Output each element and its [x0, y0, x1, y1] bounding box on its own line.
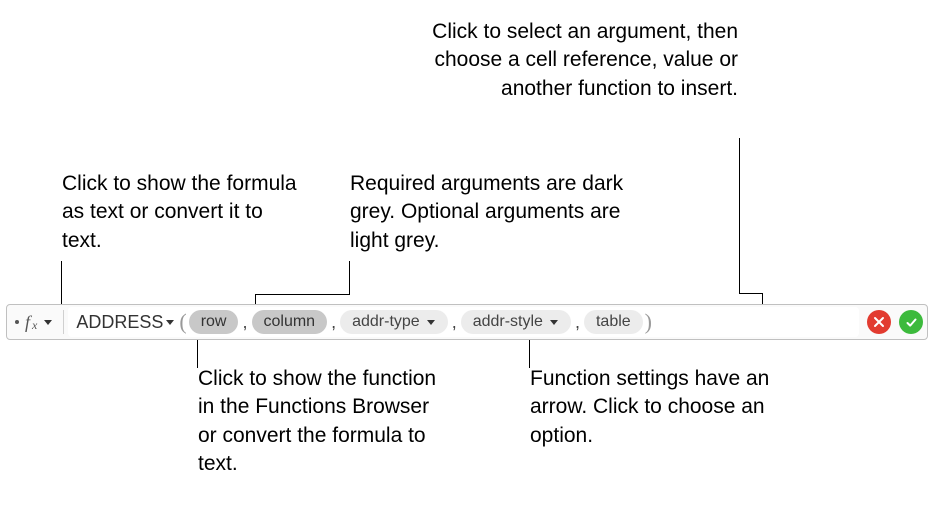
lead-line — [529, 338, 530, 368]
lead-line — [197, 338, 198, 368]
callout-select-argument: Click to select an argument, then choose… — [428, 18, 738, 103]
formula-action-buttons — [859, 310, 923, 334]
arg-separator: , — [452, 312, 457, 333]
close-paren: ) — [645, 309, 652, 335]
callout-show-formula-text: Click to show the formula as text or con… — [62, 170, 302, 255]
open-paren: ( — [179, 309, 186, 335]
fx-label-f: f — [25, 312, 30, 333]
argument-label: column — [264, 313, 316, 331]
lead-line — [255, 294, 350, 295]
chevron-down-icon — [549, 317, 559, 327]
function-name-token[interactable]: ADDRESS — [76, 312, 179, 333]
argument-label: addr-type — [352, 313, 420, 331]
argument-row[interactable]: row — [189, 310, 239, 334]
close-icon — [873, 316, 885, 328]
arg-separator: , — [575, 312, 580, 333]
lead-line — [739, 293, 763, 294]
lead-line — [739, 138, 740, 293]
lead-line — [349, 261, 350, 294]
fx-label-x: x — [32, 318, 37, 333]
formula-bar: fx ADDRESS ( row , column , addr-type , … — [6, 304, 928, 340]
chevron-down-icon — [165, 317, 175, 327]
function-name-label: ADDRESS — [76, 312, 163, 333]
argument-addr-type[interactable]: addr-type — [340, 310, 448, 334]
arg-separator: , — [331, 312, 336, 333]
formula-input[interactable]: ADDRESS ( row , column , addr-type , add… — [68, 307, 859, 337]
arg-separator: , — [242, 312, 247, 333]
fx-dot-icon — [15, 320, 19, 324]
argument-table[interactable]: table — [584, 310, 643, 334]
argument-label: addr-style — [473, 313, 543, 331]
check-icon — [905, 316, 918, 329]
chevron-down-icon — [426, 317, 436, 327]
argument-addr-style[interactable]: addr-style — [461, 310, 571, 334]
argument-label: table — [596, 313, 631, 331]
divider — [63, 310, 64, 334]
cancel-button[interactable] — [867, 310, 891, 334]
chevron-down-icon — [43, 317, 53, 327]
argument-column[interactable]: column — [252, 310, 328, 334]
callout-required-optional: Required arguments are dark grey. Option… — [350, 170, 640, 255]
accept-button[interactable] — [899, 310, 923, 334]
callout-functions-browser: Click to show the function in the Functi… — [198, 365, 438, 478]
argument-label: row — [201, 313, 227, 331]
callout-function-settings: Function settings have an arrow. Click t… — [530, 365, 790, 450]
lead-line — [61, 261, 62, 307]
fx-menu-button[interactable]: fx — [11, 312, 61, 333]
